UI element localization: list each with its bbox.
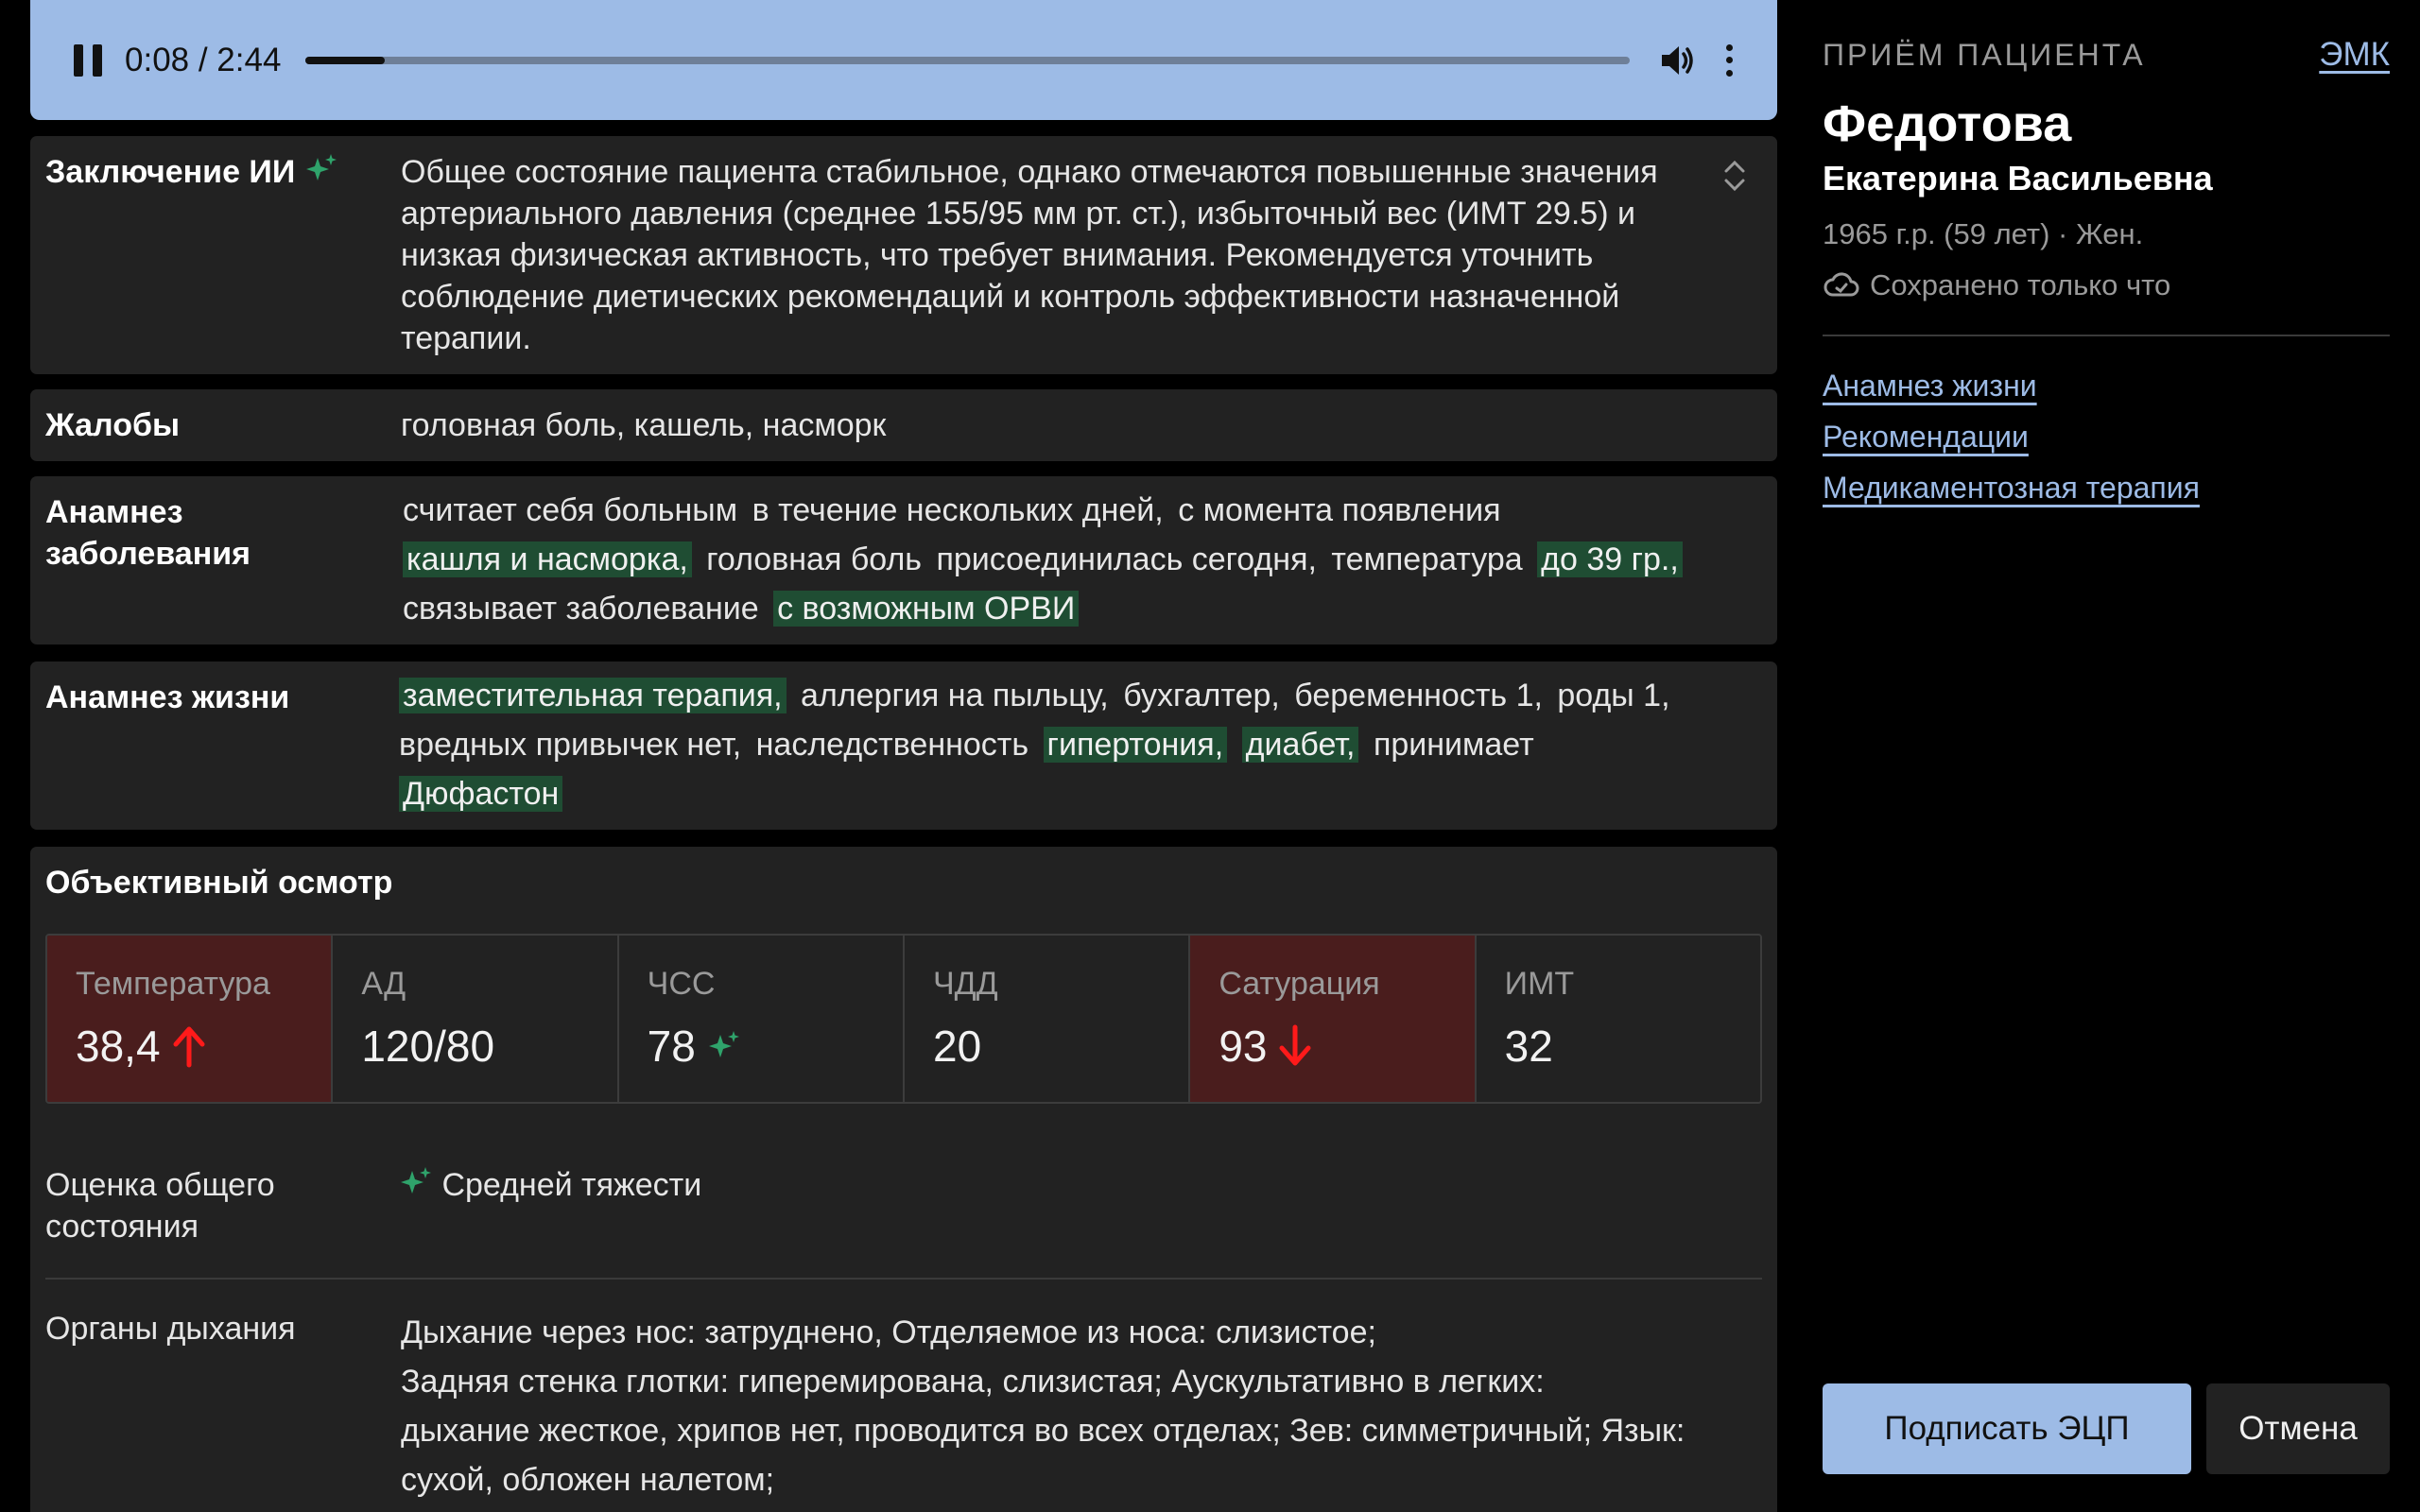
life-history-text[interactable]: заместительная терапия, аллергия на пыль… [399, 671, 1739, 818]
more-vertical-icon[interactable] [1724, 43, 1734, 77]
patient-meta: 1965 г.р. (59 лет) · Жен. [1823, 217, 2144, 250]
patient-panel: ПРИЁМ ПАЦИЕНТА ЭМК Федотова Екатерина Ва… [1823, 0, 2390, 1512]
ai-sparkle-icon [401, 1167, 431, 1194]
highlighted-token[interactable]: кашля и насморка, [403, 541, 692, 577]
life-history-card: Анамнез жизни заместительная терапия, ал… [30, 662, 1777, 830]
divider [45, 1278, 1762, 1280]
expand-collapse-icon[interactable] [1720, 157, 1749, 195]
history-token[interactable]: связывает заболевание [403, 591, 759, 627]
ai-sparkle-icon [708, 1031, 739, 1057]
vital-temperature[interactable]: Температура 38,4 [47, 936, 334, 1102]
history-token[interactable]: вредных привычек нет, [399, 727, 741, 763]
history-token[interactable]: считает себя больным [403, 492, 737, 528]
sign-eds-button[interactable]: Подписать ЭЦП [1823, 1383, 2191, 1474]
history-token[interactable]: с момента появления [1178, 492, 1500, 528]
vital-respiratory-rate[interactable]: ЧДД 20 [904, 936, 1191, 1102]
history-token[interactable]: аллергия на пыльцу, [801, 678, 1109, 713]
ai-sparkle-icon [305, 154, 337, 180]
history-token[interactable]: принимает [1374, 727, 1534, 763]
patient-surname: Федотова [1823, 95, 2072, 152]
respiratory-label: Органы дыхания [45, 1311, 296, 1347]
history-token[interactable]: температура [1331, 541, 1522, 577]
disease-history-text[interactable]: считает себя больным в течение нескольки… [403, 486, 1739, 633]
vitals-panel: Температура 38,4 АД 120/80 ЧСС 78 ЧДД 20… [45, 934, 1762, 1104]
vital-saturation[interactable]: Сатурация 93 [1190, 936, 1477, 1102]
save-status: Сохранено только что [1823, 268, 2170, 302]
highlighted-token[interactable]: Дюфастон [399, 776, 563, 812]
respiratory-text[interactable]: Дыхание через нос: затруднено, Отделяемо… [401, 1308, 1762, 1504]
highlighted-token[interactable]: с возможным ОРВИ [773, 591, 1080, 627]
audio-player: 0:08 / 2:44 [30, 0, 1777, 120]
divider [1823, 335, 2390, 336]
complaints-card: Жалобы головная боль, кашель, насморк [30, 389, 1777, 461]
progress-fill [305, 56, 386, 64]
volume-icon[interactable] [1658, 42, 1696, 79]
disease-history-label: Анамнез заболевания [45, 494, 251, 572]
highlighted-token[interactable]: до 39 гр., [1537, 541, 1683, 577]
panel-caption: ПРИЁМ ПАЦИЕНТА [1823, 38, 2146, 72]
history-token[interactable]: роды 1, [1557, 678, 1669, 713]
progress-slider[interactable] [305, 56, 1630, 64]
life-history-label: Анамнез жизни [45, 679, 290, 715]
emk-link[interactable]: ЭМК [2319, 36, 2390, 74]
objective-exam-card: Объективный осмотр Температура 38,4 АД 1… [30, 847, 1777, 1512]
highlighted-token[interactable]: заместительная терапия, [399, 678, 786, 713]
general-state-value[interactable]: Средней тяжести [399, 1164, 1739, 1206]
link-life-history[interactable]: Анамнез жизни [1823, 369, 2037, 404]
disease-history-card: Анамнез заболевания считает себя больным… [30, 476, 1777, 644]
cancel-button[interactable]: Отмена [2206, 1383, 2390, 1474]
ai-conclusion-text: Общее состояние пациента стабильное, одн… [401, 154, 1658, 356]
link-recommendations[interactable]: Рекомендации [1823, 420, 2029, 455]
history-token[interactable]: в течение нескольких дней, [752, 492, 1164, 528]
history-token[interactable]: наследственность [756, 727, 1028, 763]
cloud-sync-icon [1824, 272, 1859, 297]
playback-time: 0:08 / 2:44 [125, 41, 282, 78]
history-token[interactable]: головная боль [706, 541, 922, 577]
vital-blood-pressure[interactable]: АД 120/80 [333, 936, 619, 1102]
vital-heart-rate[interactable]: ЧСС 78 [618, 936, 905, 1102]
patient-names: Екатерина Васильевна [1823, 159, 2213, 198]
ai-conclusion-label: Заключение ИИ [45, 151, 338, 193]
complaints-text[interactable]: головная боль, кашель, насморк [401, 404, 1739, 446]
complaints-label: Жалобы [45, 407, 181, 443]
vital-bmi[interactable]: ИМТ 32 [1476, 936, 1760, 1102]
history-token[interactable]: присоединилась сегодня, [936, 541, 1316, 577]
link-drug-therapy[interactable]: Медикаментозная терапия [1823, 471, 2200, 506]
history-token[interactable]: бухгалтер, [1123, 678, 1280, 713]
highlighted-token[interactable]: диабет, [1241, 727, 1359, 763]
highlighted-token[interactable]: гипертония, [1043, 727, 1228, 763]
history-token[interactable]: беременность 1, [1294, 678, 1543, 713]
arrow-up-icon [173, 1026, 205, 1068]
pause-icon[interactable] [74, 43, 102, 77]
ai-conclusion-card: Заключение ИИ Общее состояние пациента с… [30, 136, 1777, 374]
arrow-down-icon [1279, 1024, 1311, 1066]
general-state-label: Оценка общего состояния [45, 1167, 275, 1245]
objective-exam-title: Объективный осмотр [45, 865, 393, 901]
